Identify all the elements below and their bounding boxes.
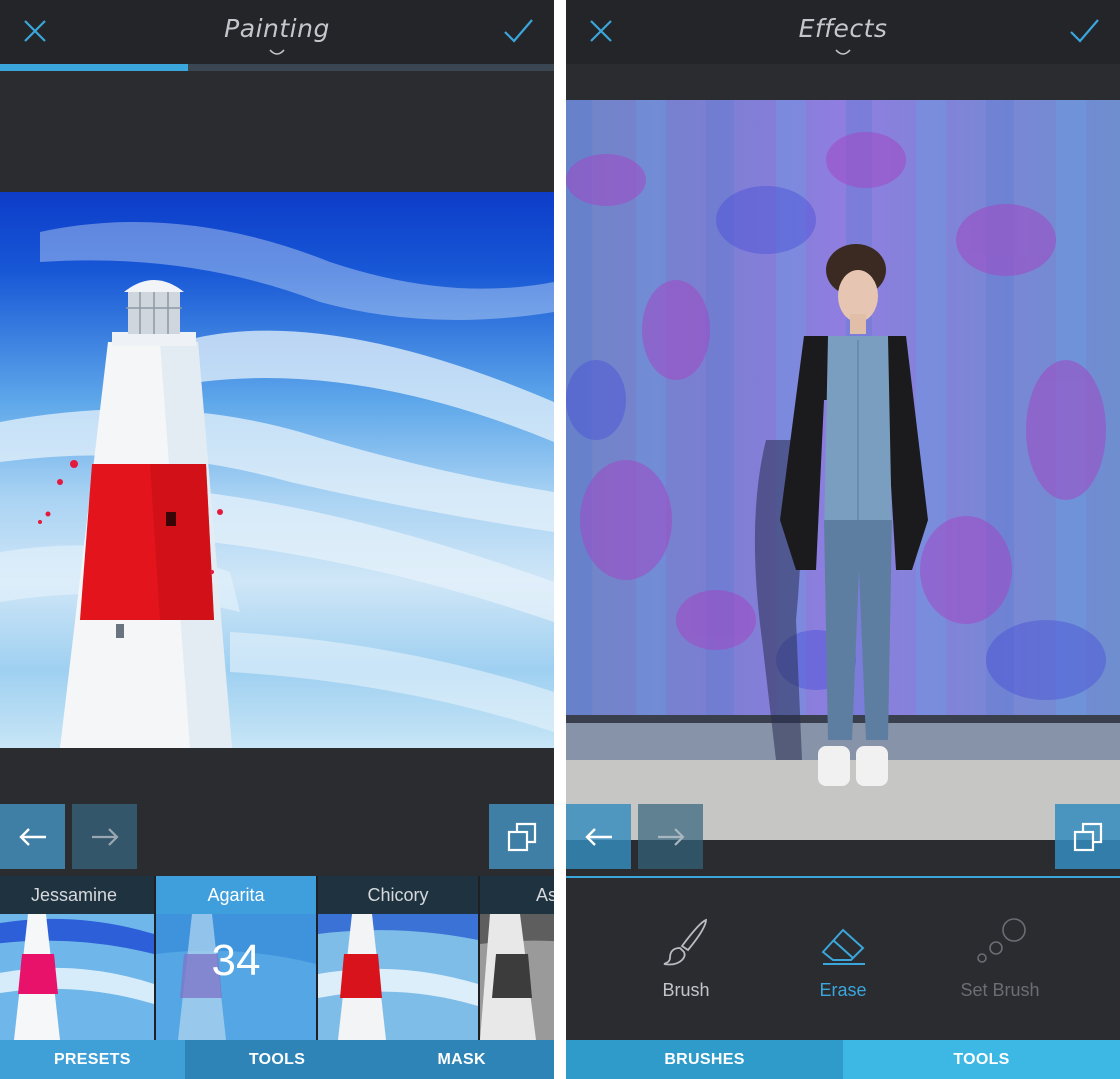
preset-label: Chicory <box>318 876 478 914</box>
check-icon[interactable] <box>1068 16 1100 46</box>
effects-screen: Effects Brush Erase Set Brush BRUSHES TO… <box>566 0 1120 1079</box>
tab-tools[interactable]: TOOLS <box>184 1040 370 1079</box>
eraser-icon <box>821 928 865 965</box>
tab-brushes[interactable]: BRUSHES <box>566 1040 843 1079</box>
preset-label: As <box>480 876 554 914</box>
painting-canvas[interactable] <box>0 192 554 748</box>
preset-thumbnail <box>318 914 478 1040</box>
brush-icon <box>663 918 707 966</box>
progress-fill <box>0 64 189 71</box>
header: Effects <box>566 0 1120 64</box>
header: Painting <box>0 0 554 64</box>
chevron-down-icon[interactable] <box>834 49 852 57</box>
arrow-right-icon <box>657 827 685 846</box>
page-title[interactable]: Painting <box>0 14 554 43</box>
redo-button[interactable] <box>72 804 137 869</box>
redo-button[interactable] <box>638 804 703 869</box>
painting-screen: Painting Jessamine Agarita 34 Chicory As… <box>0 0 554 1079</box>
preset-intensity-value: 34 <box>211 936 261 985</box>
brush-size-icon <box>977 918 1026 963</box>
tab-presets[interactable]: PRESETS <box>0 1040 185 1079</box>
undo-button[interactable] <box>0 804 65 869</box>
preset-partial[interactable]: As <box>480 876 554 1040</box>
tab-mask[interactable]: MASK <box>369 1040 554 1079</box>
check-icon[interactable] <box>502 16 534 46</box>
tab-tools[interactable]: TOOLS <box>843 1040 1120 1079</box>
tool-label: Brush <box>662 980 710 1000</box>
presets-strip: Jessamine Agarita 34 Chicory As <box>0 876 554 1040</box>
tool-label: Set Brush <box>960 980 1040 1000</box>
compare-icon <box>1073 822 1102 851</box>
compare-button[interactable] <box>1055 804 1120 869</box>
page-title[interactable]: Effects <box>566 14 1120 43</box>
preset-jessamine[interactable]: Jessamine <box>0 876 154 1040</box>
effects-canvas[interactable] <box>566 100 1120 840</box>
preset-label: Jessamine <box>0 876 154 914</box>
progress-bar <box>0 64 554 71</box>
chevron-down-icon[interactable] <box>268 49 286 57</box>
bottom-tabs: PRESETS TOOLS MASK <box>0 1040 554 1079</box>
tool-set-brush[interactable]: Set Brush <box>920 878 1080 1040</box>
preset-chicory[interactable]: Chicory <box>318 876 478 1040</box>
compare-icon <box>507 822 536 851</box>
tool-label: Erase <box>819 980 867 1000</box>
bottom-tabs: BRUSHES TOOLS <box>566 1040 1120 1079</box>
compare-button[interactable] <box>489 804 554 869</box>
lighthouse-image <box>0 222 554 748</box>
preset-thumbnail <box>0 914 154 1040</box>
arrow-left-icon <box>18 827 46 846</box>
tool-erase[interactable]: Erase <box>763 878 923 1040</box>
portrait-image <box>566 100 1120 840</box>
arrow-right-icon <box>91 827 119 846</box>
tools-panel: Brush Erase Set Brush <box>566 876 1120 1040</box>
undo-button[interactable] <box>566 804 631 869</box>
preset-label: Agarita <box>156 876 316 914</box>
tool-brush[interactable]: Brush <box>606 878 766 1040</box>
arrow-left-icon <box>584 827 612 846</box>
preset-agarita[interactable]: Agarita 34 <box>156 876 316 1040</box>
preset-thumbnail <box>480 914 554 1040</box>
